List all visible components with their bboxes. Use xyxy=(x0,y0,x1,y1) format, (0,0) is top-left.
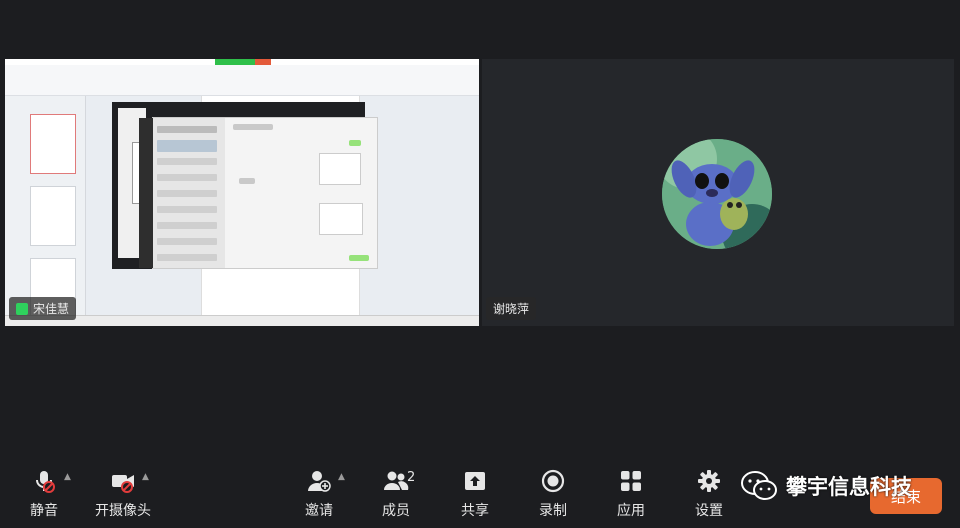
shared-taskbar xyxy=(5,315,479,326)
camera-options-chevron-icon[interactable]: ▲ xyxy=(142,472,149,482)
record-button[interactable]: 录制 xyxy=(515,468,591,526)
avatar-image-icon xyxy=(662,139,772,249)
camera-label: 开摄像头 xyxy=(95,503,151,519)
participant-avatar xyxy=(662,139,772,249)
invite-options-chevron-icon[interactable]: ▲ xyxy=(338,472,345,482)
apps-label: 应用 xyxy=(617,503,645,519)
members-icon xyxy=(384,471,409,490)
invite-button[interactable]: 邀请 xyxy=(281,468,357,526)
microphone-muted-icon xyxy=(36,471,55,493)
share-screen-icon xyxy=(465,472,485,490)
participant-name-tag: 宋佳慧 xyxy=(9,297,77,320)
mic-active-icon xyxy=(16,302,28,315)
shared-doc-ribbon xyxy=(5,65,479,96)
participant-name: 宋佳慧 xyxy=(33,302,70,316)
participant-name: 谢晓萍 xyxy=(493,302,530,316)
add-user-icon xyxy=(308,471,331,492)
screen-share-tile[interactable]: 宋佳慧 xyxy=(5,59,479,326)
members-button[interactable]: 成员 xyxy=(358,468,434,526)
camera-off-icon xyxy=(112,475,134,493)
watermark: 攀宇信息科技 xyxy=(740,470,912,502)
wechat-icon xyxy=(741,471,777,500)
record-label: 录制 xyxy=(539,503,567,519)
gear-icon xyxy=(698,470,720,492)
settings-button[interactable]: 设置 xyxy=(671,468,747,526)
apps-grid-icon xyxy=(621,471,641,491)
invite-label: 邀请 xyxy=(305,503,333,519)
shared-page-thumbnails xyxy=(5,96,86,318)
members-label: 成员 xyxy=(382,503,410,519)
watermark-text: 攀宇信息科技 xyxy=(786,475,912,499)
mute-label: 静音 xyxy=(30,503,58,519)
share-button[interactable]: 共享 xyxy=(437,468,513,526)
camera-button[interactable]: 开摄像头 xyxy=(84,468,162,526)
shared-chat-window xyxy=(139,117,378,269)
participant-tile[interactable]: 谢晓萍 xyxy=(482,59,954,326)
share-label: 共享 xyxy=(461,503,489,519)
record-icon xyxy=(541,469,565,493)
apps-button[interactable]: 应用 xyxy=(593,468,669,526)
members-count: 2 xyxy=(407,470,416,485)
settings-label: 设置 xyxy=(695,503,723,519)
participant-name-tag: 谢晓萍 xyxy=(486,297,537,320)
mute-options-chevron-icon[interactable]: ▲ xyxy=(64,472,71,482)
